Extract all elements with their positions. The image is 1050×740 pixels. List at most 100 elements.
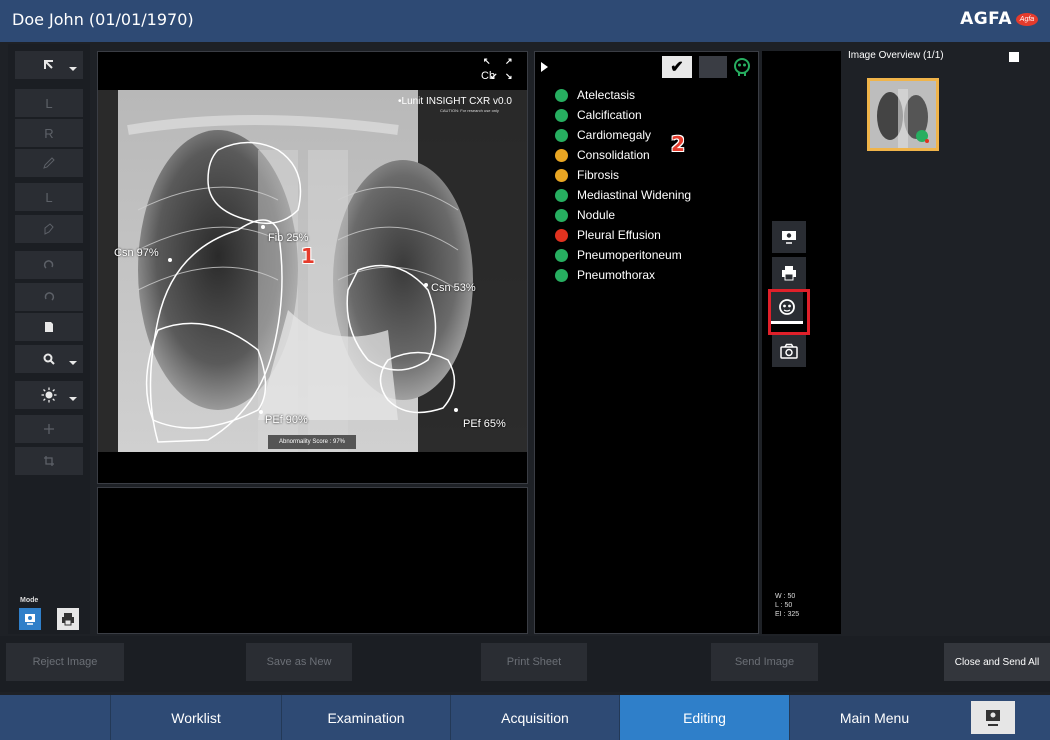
finding-item[interactable]: Pleural Effusion xyxy=(555,225,691,245)
finding-item[interactable]: Cardiomegaly xyxy=(555,125,691,145)
finding-item[interactable]: Fibrosis xyxy=(555,165,691,185)
close-and-send-all-button[interactable]: Close and Send All xyxy=(944,643,1050,681)
findings-list: Atelectasis Calcification Cardiomegaly C… xyxy=(555,85,691,285)
finding-label: Pneumoperitoneum xyxy=(577,248,682,262)
finding-label: Calcification xyxy=(577,108,642,122)
monitor-icon xyxy=(782,231,796,244)
rotate-right-button[interactable] xyxy=(14,250,84,280)
finding-label-fib: Fib 25% xyxy=(268,232,309,244)
tab-editing[interactable]: Editing xyxy=(619,695,789,740)
finding-label: Consolidation xyxy=(577,148,650,162)
print-mode-icon xyxy=(62,613,74,626)
right-toolbar: W : 50 L : 50 EI : 325 xyxy=(762,51,841,634)
reject-findings-button[interactable] xyxy=(699,56,727,78)
arrow-pointer-icon xyxy=(44,60,53,69)
tab-acquisition[interactable]: Acquisition xyxy=(450,695,619,740)
print-button[interactable] xyxy=(772,257,806,289)
status-dot xyxy=(555,148,568,162)
user-account-button[interactable] xyxy=(971,701,1015,734)
status-dot xyxy=(555,168,568,182)
finding-item[interactable]: Mediastinal Widening xyxy=(555,185,691,205)
expand-icon[interactable]: ↖ xyxy=(483,56,491,67)
image-thumbnail[interactable] xyxy=(867,78,939,151)
finding-item[interactable]: Pneumothorax xyxy=(555,265,691,285)
display-mode-button[interactable] xyxy=(19,608,41,630)
bottom-navigation: Worklist Examination Acquisition Editing… xyxy=(0,695,1050,740)
save-as-new-button[interactable]: Save as New xyxy=(246,643,352,681)
print-mode-button[interactable] xyxy=(57,608,79,630)
action-bar: Reject Image Save as New Print Sheet Sen… xyxy=(0,636,1050,692)
finding-label: Pleural Effusion xyxy=(577,228,661,242)
send-image-button[interactable]: Send Image xyxy=(711,643,818,681)
crop-icon xyxy=(44,456,54,466)
ai-toggle-button[interactable] xyxy=(768,289,810,335)
finding-label-pef-2: PEf 65% xyxy=(463,418,506,430)
snapshot-button[interactable] xyxy=(772,335,806,367)
image-viewport[interactable]: ↖ ↗ ↙ ↘ Ch •Lunit INSIGHT CXR v0.0 CAUTI… xyxy=(97,51,528,484)
camera-icon xyxy=(780,343,798,359)
view-position-label: Ch xyxy=(481,70,496,82)
marker-icon xyxy=(44,223,54,235)
window-value: W : 50 xyxy=(775,593,796,600)
collapse-icon[interactable]: ↘ xyxy=(505,71,513,82)
status-dot xyxy=(555,228,568,242)
overview-checkbox[interactable] xyxy=(1009,52,1019,62)
status-dot xyxy=(555,268,568,282)
status-dot xyxy=(555,88,568,102)
rotate-left-icon xyxy=(44,292,55,301)
finding-label: Fibrosis xyxy=(577,168,620,182)
callout-1: 1 xyxy=(301,244,315,268)
finding-item[interactable]: Pneumoperitoneum xyxy=(555,245,691,265)
rotate-left-button[interactable] xyxy=(14,282,84,312)
finding-item[interactable]: Calcification xyxy=(555,105,691,125)
tab-main-menu[interactable]: Main Menu xyxy=(789,695,959,740)
chevron-down-icon xyxy=(69,397,77,401)
left-toolbar: L R L Mode xyxy=(8,44,90,634)
window-level-button[interactable] xyxy=(14,380,84,410)
chest-xray-image[interactable] xyxy=(98,90,528,452)
tab-worklist[interactable]: Worklist xyxy=(110,695,281,740)
pan-button[interactable] xyxy=(14,414,84,444)
status-dot xyxy=(555,188,568,202)
pan-icon xyxy=(44,424,54,434)
finding-item[interactable]: Consolidation xyxy=(555,145,691,165)
finding-label-csn-1: Csn 97% xyxy=(114,247,159,259)
finding-label-pef-1: PEf 90% xyxy=(265,414,308,426)
invert-button[interactable] xyxy=(14,312,84,342)
secondary-viewport[interactable] xyxy=(97,487,528,634)
status-dot xyxy=(555,128,568,142)
pencil-icon xyxy=(43,157,55,169)
rotate-right-icon xyxy=(43,260,54,269)
accept-findings-button[interactable]: ✔ xyxy=(662,56,692,78)
reject-image-button[interactable]: Reject Image xyxy=(6,643,124,681)
invert-icon xyxy=(45,322,53,332)
zoom-tool-button[interactable] xyxy=(14,344,84,374)
expand-icon[interactable]: ↗ xyxy=(505,56,513,67)
right-marker-button[interactable]: R xyxy=(14,118,84,148)
left-marker-button[interactable]: L xyxy=(14,88,84,118)
finding-item[interactable]: Nodule xyxy=(555,205,691,225)
display-button[interactable] xyxy=(772,221,806,253)
left-marker-icon: L xyxy=(45,95,53,111)
finding-item[interactable]: Atelectasis xyxy=(555,85,691,105)
check-icon: ✔ xyxy=(670,59,684,76)
ai-toggle-inner xyxy=(771,292,803,324)
right-marker-icon: R xyxy=(44,125,54,141)
vendor-label: •Lunit INSIGHT CXR v0.0 xyxy=(398,96,512,107)
finding-label: Atelectasis xyxy=(577,88,636,102)
level-value: L : 50 xyxy=(775,602,793,609)
finding-label-csn-2: Csn 53% xyxy=(431,282,476,294)
ai-analysis-icon[interactable] xyxy=(731,56,753,78)
annotate-button[interactable] xyxy=(14,148,84,178)
printer-icon xyxy=(782,266,796,281)
label-button[interactable]: L xyxy=(14,182,84,212)
crop-button[interactable] xyxy=(14,446,84,476)
print-sheet-button[interactable]: Print Sheet xyxy=(481,643,587,681)
play-icon[interactable] xyxy=(541,62,548,72)
pointer-tool-button[interactable] xyxy=(14,50,84,80)
title-bar: Doe John (01/01/1970) AGFA Agfa xyxy=(0,0,1050,42)
tab-examination[interactable]: Examination xyxy=(281,695,450,740)
marker-button[interactable] xyxy=(14,214,84,244)
chevron-down-icon xyxy=(69,67,77,71)
finding-label: Cardiomegaly xyxy=(577,128,652,142)
